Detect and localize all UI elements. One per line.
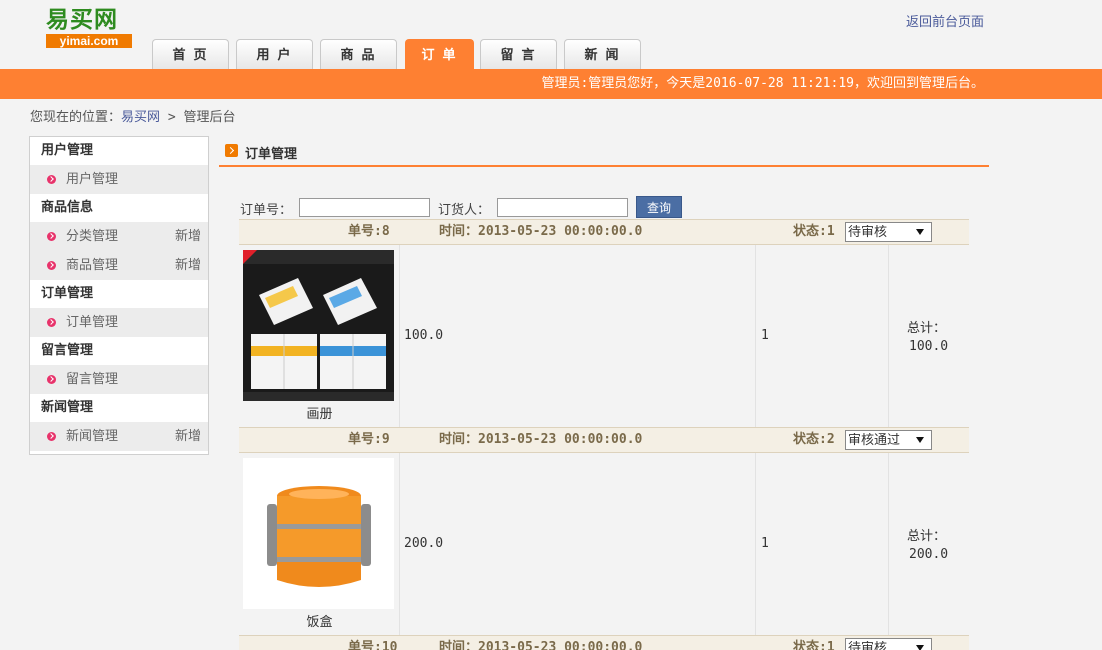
product-quantity: 1 <box>761 328 769 343</box>
breadcrumb-separator: > <box>160 110 184 125</box>
order-status: 状态:2 <box>793 432 835 447</box>
search-form: 订单号： 订货人： 查询 <box>240 196 940 218</box>
breadcrumb: 您现在的位置：易买网 > 管理后台 <box>30 106 236 125</box>
sidebar-group-title-news: 新闻管理 <box>30 394 208 422</box>
quantity-cell: 1 <box>756 245 889 427</box>
sidebar-group-title-orders: 订单管理 <box>30 280 208 308</box>
site-logo[interactable]: 易买网 yimai.com <box>46 6 132 52</box>
search-button[interactable]: 查询 <box>636 196 682 218</box>
arrow-right-icon <box>225 144 238 157</box>
status-select[interactable]: 待审核 <box>845 638 932 650</box>
bullet-icon <box>47 232 56 241</box>
sidebar-group-title-products: 商品信息 <box>30 194 208 222</box>
order-time: 时间：2013-05-23 00:00:00.0 <box>439 640 643 650</box>
order-time: 时间：2013-05-23 00:00:00.0 <box>439 224 643 239</box>
order-status: 状态:1 <box>793 224 835 239</box>
tab-users[interactable]: 用户 <box>236 39 313 70</box>
order-number: 单号:8 <box>348 224 390 239</box>
tab-products[interactable]: 商品 <box>320 39 397 70</box>
order-no-label: 订单号： <box>240 203 293 218</box>
price-cell: 200.0 <box>400 453 756 635</box>
breadcrumb-site-link[interactable]: 易买网 <box>121 110 160 125</box>
breadcrumb-current: 管理后台 <box>183 110 236 125</box>
page-title: 订单管理 <box>245 147 298 162</box>
breadcrumb-prefix: 您现在的位置： <box>30 110 122 125</box>
order-header: 单号:8 时间：2013-05-23 00:00:00.0 状态:1 待审核 <box>239 219 969 245</box>
sidebar-item-news-manage[interactable]: 新闻管理 新增 <box>30 422 208 451</box>
main-content: 订单管理 <box>219 136 989 167</box>
total-value: 100.0 <box>909 339 949 354</box>
order-time: 时间：2013-05-23 00:00:00.0 <box>439 432 643 447</box>
price-cell: 100.0 <box>400 245 756 427</box>
sidebar-item-order-manage[interactable]: 订单管理 <box>30 308 208 337</box>
quantity-cell: 1 <box>756 453 889 635</box>
bullet-icon <box>47 432 56 441</box>
order-header: 单号:9 时间：2013-05-23 00:00:00.0 状态:2 审核通过 <box>239 427 969 453</box>
sidebar-item-label: 订单管理 <box>66 315 119 330</box>
sidebar-item-label: 用户管理 <box>66 172 119 187</box>
sidebar-item-message-manage[interactable]: 留言管理 <box>30 365 208 394</box>
sidebar-item-label: 留言管理 <box>66 372 119 387</box>
order-block: 单号:9 时间：2013-05-23 00:00:00.0 状态:2 审核通过 … <box>239 427 969 635</box>
add-category-link[interactable]: 新增 <box>175 222 201 251</box>
back-to-front-link[interactable]: 返回前台页面 <box>906 11 984 30</box>
order-number: 单号:9 <box>348 432 390 447</box>
status-select[interactable]: 待审核 <box>845 222 932 242</box>
sidebar-item-label: 新闻管理 <box>66 429 119 444</box>
sidebar-group-title-messages: 留言管理 <box>30 337 208 365</box>
product-name[interactable]: 画册 <box>239 403 400 422</box>
sidebar-item-label: 分类管理 <box>66 229 119 244</box>
bullet-icon <box>47 175 56 184</box>
tab-messages[interactable]: 留言 <box>480 39 557 70</box>
header: 易买网 yimai.com 返回前台页面 首页 用户 商品 订单 留言 新闻 <box>0 0 1102 70</box>
product-cell: 画册 <box>239 245 400 427</box>
order-number: 单号:10 <box>348 640 398 650</box>
total-value: 200.0 <box>909 547 949 562</box>
product-name[interactable]: 饭盒 <box>239 611 400 630</box>
total-cell: 总计： 100.0 <box>889 245 969 427</box>
order-row: 画册 100.0 1 总计： 100.0 <box>239 245 969 427</box>
sidebar: 用户管理 用户管理 商品信息 分类管理 新增 商品管理 新增 订单管理 订单管理… <box>29 136 209 455</box>
welcome-text: 管理员:管理员您好，今天是2016-07-28 11:21:19，欢迎回到管理后… <box>541 76 984 91</box>
order-block: 单号:8 时间：2013-05-23 00:00:00.0 状态:1 待审核 画… <box>239 219 969 427</box>
logo-text-zh: 易买网 <box>46 6 118 33</box>
sidebar-item-label: 商品管理 <box>66 258 119 273</box>
sidebar-item-user-manage[interactable]: 用户管理 <box>30 165 208 194</box>
section-header: 订单管理 <box>219 136 989 167</box>
order-block: 单号:10 时间：2013-05-23 00:00:00.0 状态:1 待审核 <box>239 635 969 650</box>
logo-text-en: yimai.com <box>46 34 132 48</box>
sidebar-group-title-users: 用户管理 <box>30 137 208 165</box>
add-news-link[interactable]: 新增 <box>175 422 201 451</box>
sidebar-item-category-manage[interactable]: 分类管理 新增 <box>30 222 208 251</box>
order-row: 饭盒 200.0 1 总计： 200.0 <box>239 453 969 635</box>
product-cell: 饭盒 <box>239 453 400 635</box>
total-cell: 总计： 200.0 <box>889 453 969 635</box>
welcome-bar: 管理员:管理员您好，今天是2016-07-28 11:21:19，欢迎回到管理后… <box>0 69 1102 99</box>
order-no-input[interactable] <box>299 198 430 217</box>
tab-orders[interactable]: 订单 <box>405 39 474 70</box>
tab-news[interactable]: 新闻 <box>564 39 641 70</box>
orderer-input[interactable] <box>497 198 628 217</box>
product-price: 200.0 <box>404 536 444 551</box>
order-header: 单号:10 时间：2013-05-23 00:00:00.0 状态:1 待审核 <box>239 635 969 650</box>
total-label: 总计： <box>907 321 947 336</box>
bullet-icon <box>47 375 56 384</box>
bullet-icon <box>47 261 56 270</box>
product-price: 100.0 <box>404 328 444 343</box>
tab-home[interactable]: 首页 <box>152 39 229 70</box>
status-select[interactable]: 审核通过 <box>845 430 932 450</box>
product-quantity: 1 <box>761 536 769 551</box>
add-product-link[interactable]: 新增 <box>175 251 201 280</box>
product-image-brochure[interactable] <box>243 250 394 401</box>
total-label: 总计： <box>907 529 947 544</box>
bullet-icon <box>47 318 56 327</box>
product-image-lunchbox[interactable] <box>243 458 394 609</box>
orderer-label: 订货人： <box>438 203 491 218</box>
sidebar-item-product-manage[interactable]: 商品管理 新增 <box>30 251 208 280</box>
order-status: 状态:1 <box>793 640 835 650</box>
